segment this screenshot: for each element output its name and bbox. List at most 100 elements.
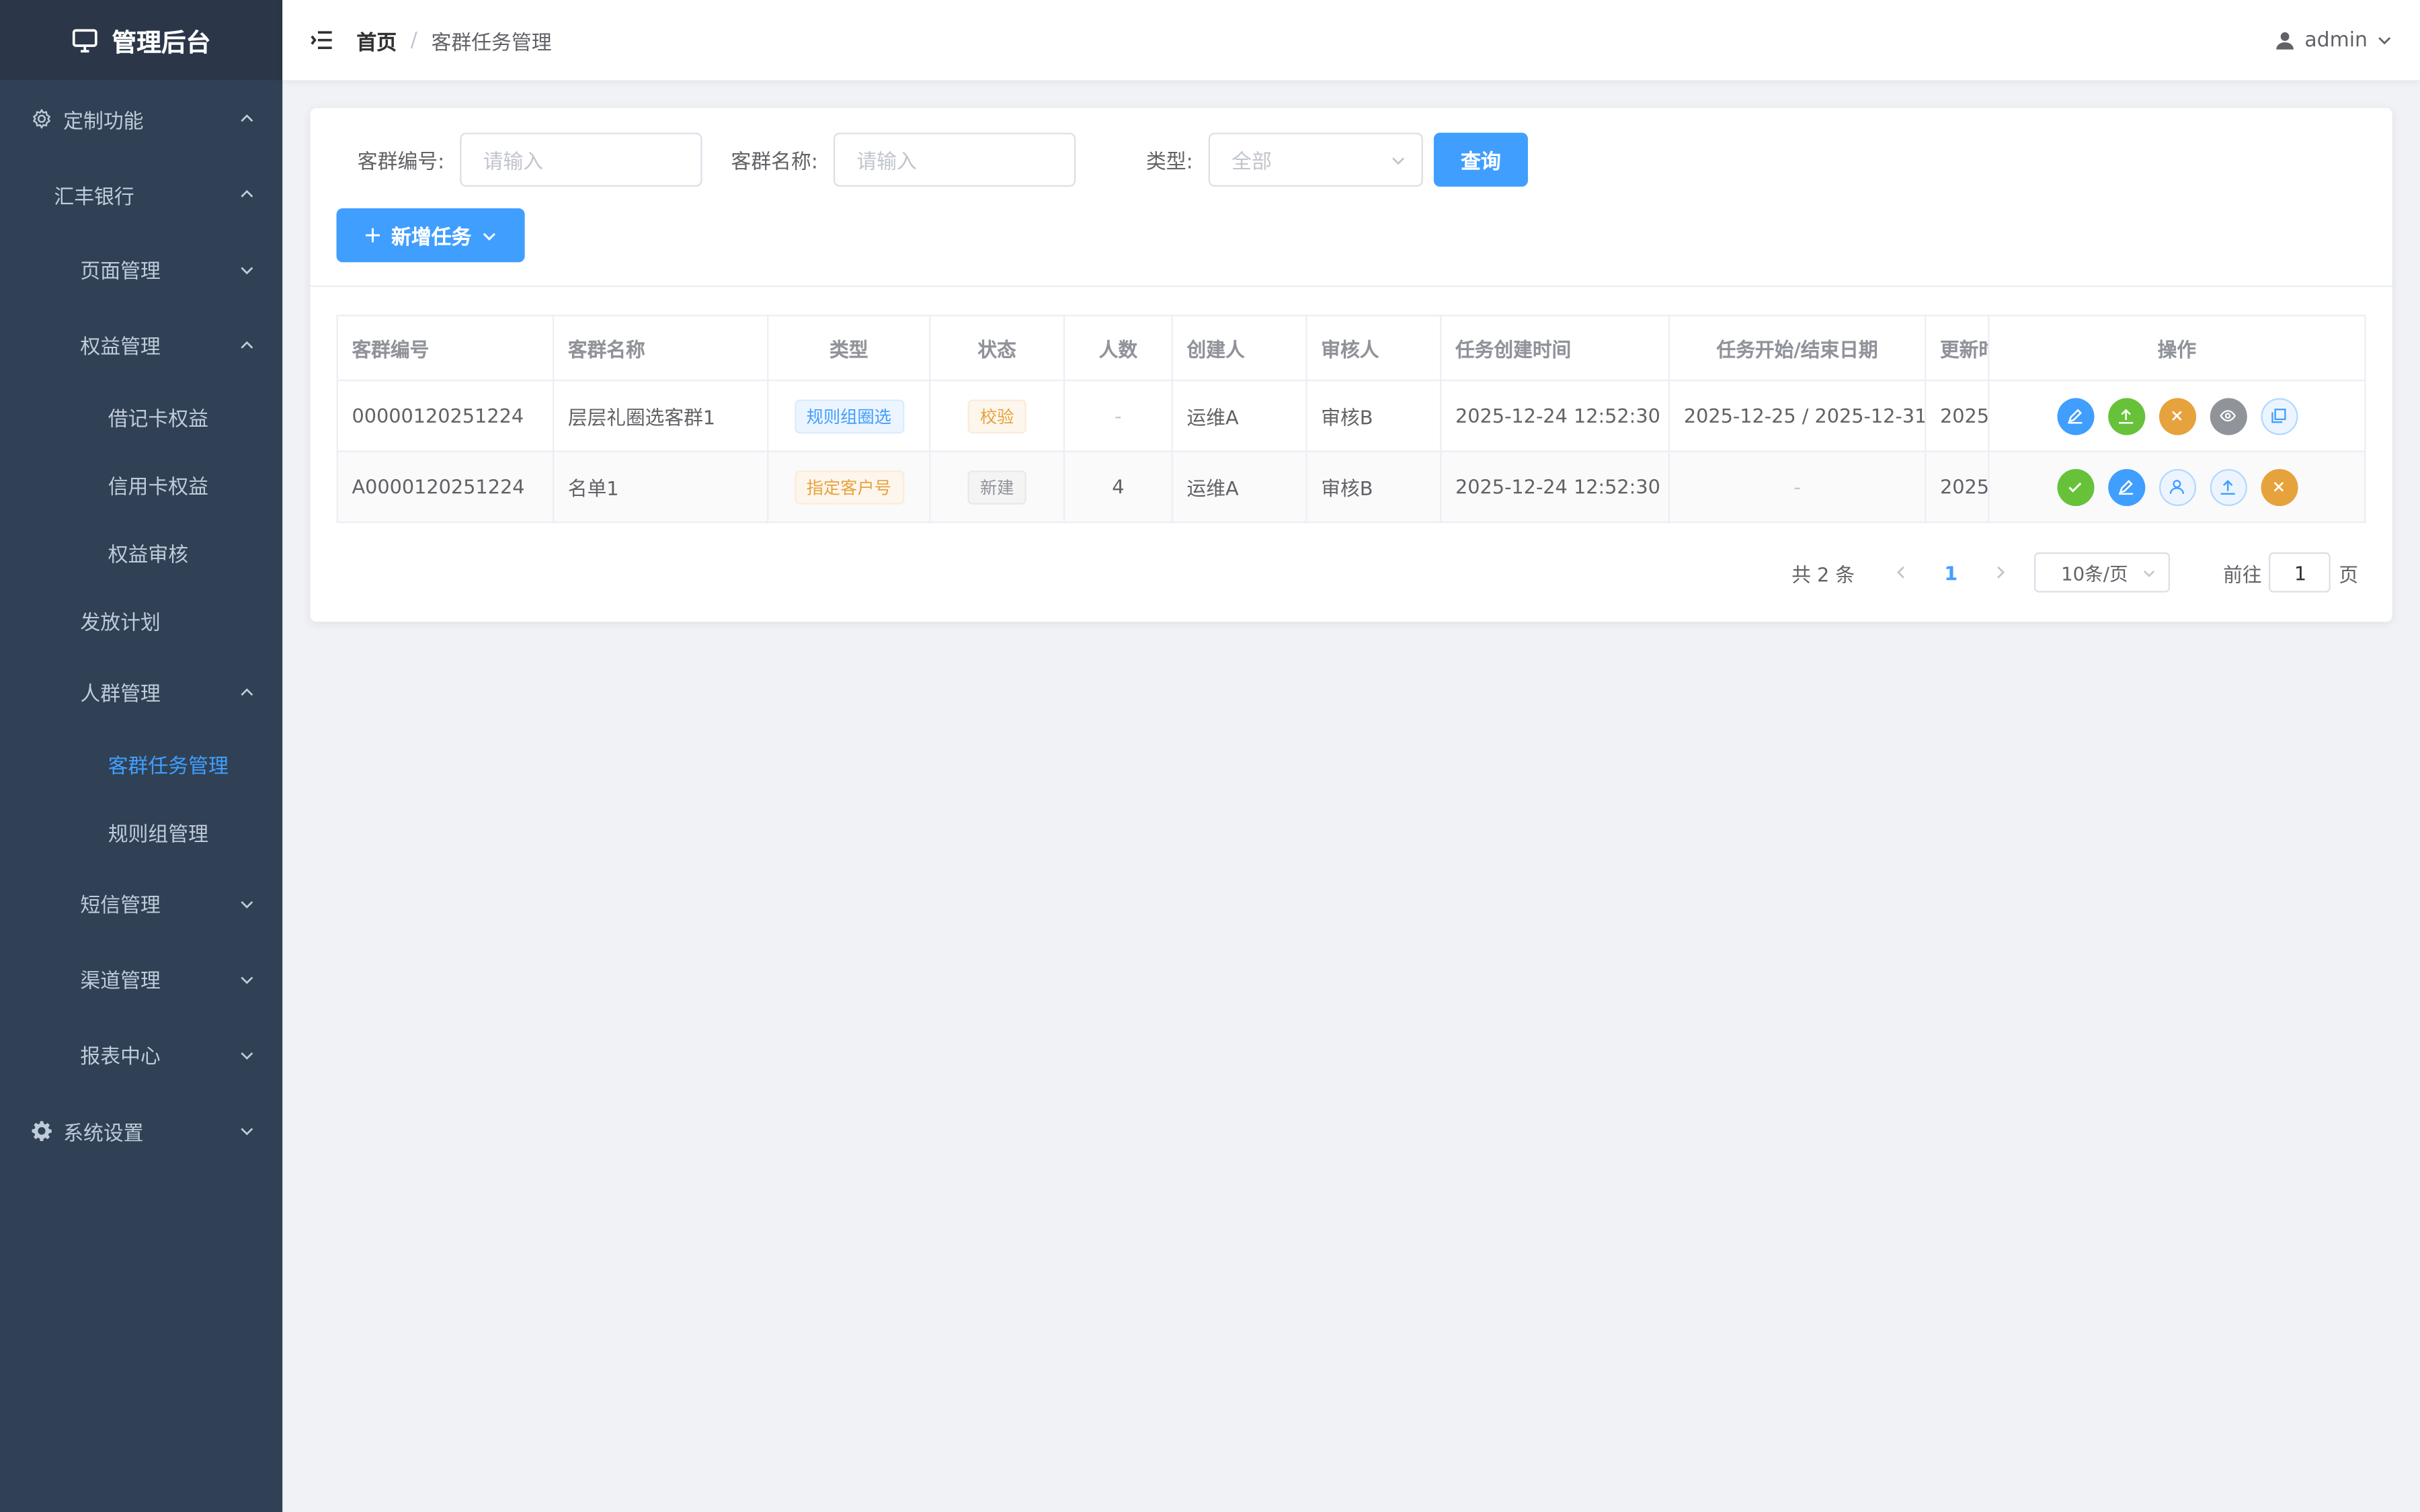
cell-updated: 2025- bbox=[1924, 379, 1990, 452]
chevron-down-icon bbox=[482, 232, 495, 240]
close-icon bbox=[2172, 411, 2182, 421]
edit-button[interactable] bbox=[2107, 468, 2145, 505]
sidebar-item-group-task-management[interactable]: 客群任务管理 bbox=[0, 730, 282, 798]
chevron-left-icon bbox=[1896, 566, 1904, 579]
task-table: 客群编号 客群名称 类型 状态 人数 创建人 审核人 任务创建时间 任务开始/结… bbox=[336, 314, 2366, 523]
copy-icon bbox=[2271, 409, 2286, 423]
brand-logo: 管理后台 bbox=[0, 0, 283, 81]
sidebar-item-benefit-management[interactable]: 权益管理 bbox=[0, 307, 282, 382]
cell-code: A0000120251224 bbox=[336, 450, 555, 523]
pagination: 共 2 条 1 10条/页 前往 1 页 bbox=[310, 523, 2392, 622]
th-type: 类型 bbox=[767, 314, 931, 382]
edit-button[interactable] bbox=[2056, 397, 2094, 435]
search-form: 客群编号: 请输入 客群名称: 请输入 类型: 全部 查询 新增任务 bbox=[310, 108, 2392, 288]
table-header-row: 客群编号 客群名称 类型 状态 人数 创建人 审核人 任务创建时间 任务开始/结… bbox=[336, 314, 2366, 382]
username: admin bbox=[2304, 28, 2368, 52]
chevron-down-icon bbox=[2378, 37, 2391, 45]
next-page-button[interactable] bbox=[1988, 560, 2013, 585]
user-menu[interactable]: admin bbox=[2275, 28, 2392, 52]
cell-updated: 2025- bbox=[1924, 450, 1990, 523]
goto-page-input[interactable]: 1 bbox=[2269, 552, 2331, 593]
cell-name: 名单1 bbox=[552, 450, 769, 523]
approve-button[interactable] bbox=[2056, 468, 2094, 505]
sidebar-item-channel-management[interactable]: 渠道管理 bbox=[0, 941, 282, 1016]
chevron-up-icon bbox=[241, 687, 253, 696]
chevron-up-icon bbox=[241, 340, 253, 348]
sidebar-item-report-center[interactable]: 报表中心 bbox=[0, 1017, 282, 1092]
sidebar-item-debit-card-benefit[interactable]: 借记卡权益 bbox=[0, 382, 282, 450]
breadcrumb-separator: / bbox=[410, 28, 417, 52]
sidebar-item-benefit-review[interactable]: 权益审核 bbox=[0, 518, 282, 586]
customer-list-button[interactable] bbox=[2158, 468, 2195, 505]
delete-button[interactable] bbox=[2260, 468, 2298, 505]
sidebar-item-label: 信用卡权益 bbox=[108, 476, 208, 499]
prev-page-button[interactable] bbox=[1889, 560, 1914, 585]
top-navbar: 首页 / 客群任务管理 admin bbox=[282, 0, 2420, 81]
check-icon bbox=[2068, 482, 2082, 493]
sidebar-item-label: 定制功能 bbox=[63, 110, 144, 134]
th-status: 状态 bbox=[929, 314, 1065, 382]
chevron-down-icon bbox=[2144, 570, 2156, 577]
goto-suffix: 页 bbox=[2339, 562, 2359, 586]
breadcrumb-home[interactable]: 首页 bbox=[356, 26, 397, 54]
plus-icon bbox=[366, 228, 381, 243]
type-tag: 指定客户号 bbox=[794, 470, 904, 504]
cell-creator: 运维A bbox=[1171, 450, 1307, 523]
status-tag: 校验 bbox=[967, 398, 1026, 433]
sidebar-item-sms-management[interactable]: 短信管理 bbox=[0, 866, 282, 941]
user-icon bbox=[2169, 480, 2184, 494]
sidebar-item-custom[interactable]: 定制功能 bbox=[0, 80, 282, 157]
status-tag: 新建 bbox=[967, 470, 1026, 504]
chevron-up-icon bbox=[241, 190, 253, 198]
th-count: 人数 bbox=[1063, 314, 1173, 382]
sidebar-item-label: 规则组管理 bbox=[108, 823, 208, 847]
menu-fold-icon[interactable] bbox=[310, 28, 335, 52]
cell-created-at: 2025-12-24 12:52:30 bbox=[1440, 450, 1670, 523]
cell-reviewer: 审核B bbox=[1305, 379, 1442, 452]
sidebar-item-crowd-management[interactable]: 人群管理 bbox=[0, 654, 282, 729]
sidebar-item-system-settings[interactable]: 系统设置 bbox=[0, 1092, 282, 1169]
upload-button[interactable] bbox=[2209, 468, 2247, 505]
cell-count: - bbox=[1063, 379, 1173, 452]
table-row: 00000120251224 层层礼圈选客群1 规则组圈选 校验 - 运维A 审… bbox=[336, 379, 2366, 452]
sidebar-item-label: 借记卡权益 bbox=[108, 408, 208, 431]
close-icon bbox=[2273, 482, 2284, 492]
sidebar-item-rule-group-management[interactable]: 规则组管理 bbox=[0, 798, 282, 866]
edit-icon bbox=[2068, 409, 2083, 424]
upload-button[interactable] bbox=[2107, 397, 2145, 435]
sidebar-item-label: 人群管理 bbox=[80, 683, 161, 707]
cell-actions bbox=[1988, 379, 2366, 452]
group-name-input[interactable]: 请输入 bbox=[833, 132, 1076, 187]
sidebar-item-label: 权益管理 bbox=[80, 336, 161, 360]
upload-icon bbox=[2220, 480, 2235, 495]
sidebar-item-page-management[interactable]: 页面管理 bbox=[0, 231, 282, 306]
page-number[interactable]: 1 bbox=[1944, 561, 1958, 584]
delete-button[interactable] bbox=[2158, 397, 2195, 435]
cell-code: 00000120251224 bbox=[336, 379, 555, 452]
main-area: 首页 / 客群任务管理 admin 客群编号: 请输入 客群名称: 请输入 类型… bbox=[282, 0, 2420, 1512]
cell-reviewer: 审核B bbox=[1305, 450, 1442, 523]
breadcrumb-current: 客群任务管理 bbox=[431, 32, 552, 55]
copy-button[interactable] bbox=[2260, 397, 2298, 435]
group-code-input[interactable]: 请输入 bbox=[460, 132, 702, 187]
brand-title: 管理后台 bbox=[112, 28, 211, 57]
page-size-value: 10条/页 bbox=[2061, 562, 2128, 584]
monitor-icon bbox=[73, 29, 98, 53]
query-button[interactable]: 查询 bbox=[1433, 132, 1528, 187]
add-task-button[interactable]: 新增任务 bbox=[336, 208, 525, 263]
edit-icon bbox=[2119, 480, 2134, 495]
cell-name: 层层礼圈选客群1 bbox=[552, 379, 769, 452]
group-code-label: 客群编号: bbox=[357, 151, 445, 175]
type-select[interactable]: 全部 bbox=[1208, 132, 1423, 187]
sidebar-item-label: 报表中心 bbox=[80, 1046, 161, 1070]
sidebar-item-credit-card-benefit[interactable]: 信用卡权益 bbox=[0, 450, 282, 518]
content-card: 客群编号: 请输入 客群名称: 请输入 类型: 全部 查询 新增任务 客群编号 … bbox=[310, 108, 2392, 622]
sidebar-item-hsbc[interactable]: 汇丰银行 bbox=[0, 157, 282, 231]
sidebar-item-label: 页面管理 bbox=[80, 261, 161, 284]
cell-period: - bbox=[1668, 450, 1927, 523]
sidebar-item-distribution-plan[interactable]: 发放计划 bbox=[0, 586, 282, 654]
view-button[interactable] bbox=[2209, 397, 2247, 435]
th-actions: 操作 bbox=[1988, 314, 2366, 382]
th-period: 任务开始/结束日期 bbox=[1668, 314, 1927, 382]
page-size-select[interactable]: 10条/页 bbox=[2035, 552, 2171, 593]
